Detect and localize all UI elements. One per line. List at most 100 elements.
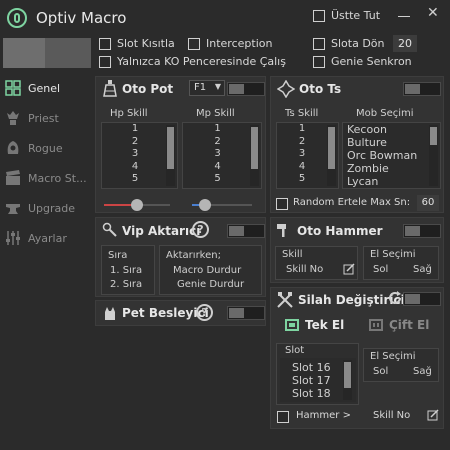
- mob-selection-list[interactable]: Kecoon Bulture Orc Bowman Zombie Lycan: [342, 122, 441, 189]
- vip-toggle[interactable]: [227, 224, 265, 238]
- hp-skill-item[interactable]: 1: [104, 123, 166, 136]
- hammer-hand-right[interactable]: Sağ: [413, 264, 432, 275]
- interception-checkbox[interactable]: [188, 38, 200, 50]
- weapon-edit-icon[interactable]: [427, 409, 439, 424]
- hp-slider[interactable]: [104, 198, 170, 212]
- hp-skill-item[interactable]: 3: [104, 148, 166, 161]
- mob-item[interactable]: Lycan: [347, 175, 429, 188]
- hp-skill-list[interactable]: 12345: [101, 122, 178, 189]
- mob-item[interactable]: Bulture: [347, 136, 429, 149]
- topmost-checkbox[interactable]: [313, 10, 325, 22]
- mob-item[interactable]: Orc Bowman: [347, 149, 429, 162]
- mp-skill-item[interactable]: 4: [185, 161, 250, 174]
- weapon-slot-scrollbar[interactable]: [343, 360, 352, 400]
- hp-skill-item[interactable]: 4: [104, 161, 166, 174]
- minimize-button[interactable]: [398, 16, 410, 17]
- slot-return-label: Slota Dön: [331, 37, 385, 50]
- mp-skill-item[interactable]: 5: [185, 173, 250, 186]
- sidebar-item-upgrade[interactable]: Upgrade: [4, 198, 75, 218]
- random-delay-checkbox[interactable]: [276, 198, 288, 210]
- hammer-skill-value[interactable]: Skill No: [286, 264, 323, 275]
- single-hand-label: Tek El: [305, 318, 345, 332]
- close-button[interactable]: ✕: [427, 5, 439, 21]
- ko-window-checkbox[interactable]: [99, 56, 111, 68]
- sidebar-item-label: Rogue: [28, 141, 63, 155]
- hp-skill-item[interactable]: 2: [104, 136, 166, 149]
- hammer-link-checkbox[interactable]: [277, 411, 289, 423]
- vip-transfer-item-2[interactable]: Genie Durdur: [177, 279, 244, 290]
- clapper-icon: [4, 169, 22, 187]
- mp-slider[interactable]: [192, 198, 252, 212]
- oto-pot-key-select[interactable]: F1 ▼: [189, 80, 225, 96]
- ts-skill-item[interactable]: 2: [277, 136, 327, 149]
- sidebar-item-rogue[interactable]: Rogue: [4, 138, 63, 158]
- single-hand-tab[interactable]: Tek El: [285, 318, 344, 332]
- ko-window-label: Yalnızca KO Penceresinde Çalış: [117, 55, 286, 68]
- genie-sync-label: Genie Senkron: [331, 55, 412, 68]
- mp-skill-list[interactable]: 12345: [182, 122, 262, 189]
- weapon-slot-item[interactable]: Slot 18: [292, 387, 340, 400]
- weapon-swap-panel: Silah Değiştirici Tek El Çift El Slot Sl…: [270, 287, 444, 429]
- edit-icon[interactable]: [343, 263, 355, 278]
- mp-skill-item[interactable]: 3: [185, 148, 250, 161]
- mob-item[interactable]: Zombie: [347, 162, 429, 175]
- mp-skill-scrollbar[interactable]: [250, 125, 259, 186]
- hammer-icon: [276, 222, 292, 241]
- oto-ts-toggle[interactable]: [403, 82, 441, 96]
- hp-slider-knob[interactable]: [131, 199, 143, 211]
- vip-transfer-label: Aktarırken;: [166, 250, 221, 261]
- ts-skill-item[interactable]: 1: [277, 123, 327, 136]
- potion-icon: [102, 80, 118, 101]
- weapon-slot-list[interactable]: Slot 16 Slot 17 Slot 18: [280, 358, 356, 402]
- hammer-toggle[interactable]: [403, 224, 441, 238]
- pet-toggle[interactable]: [227, 306, 265, 320]
- sidebar-item-genel[interactable]: Genel: [4, 78, 60, 98]
- vip-title: Vip Aktarıcı: [122, 224, 201, 238]
- random-delay-input[interactable]: 60: [417, 195, 439, 211]
- mp-slider-knob[interactable]: [199, 199, 211, 211]
- sidebar-item-label: Ayarlar: [28, 231, 67, 245]
- vip-order-item-2[interactable]: 2. Sıra: [110, 279, 142, 290]
- pet-help-icon[interactable]: ?: [196, 304, 213, 321]
- slot-limit-label: Slot Kısıtla: [117, 37, 175, 50]
- refresh-icon[interactable]: [387, 290, 403, 309]
- slot-return-input[interactable]: 20: [393, 35, 417, 52]
- dual-hand-tab[interactable]: Çift El: [369, 318, 429, 332]
- mob-item[interactable]: Kecoon: [347, 123, 429, 136]
- help-icon[interactable]: ?: [192, 221, 209, 238]
- weapon-hand-right[interactable]: Sağ: [413, 366, 432, 377]
- oto-pot-toggle[interactable]: [227, 82, 265, 96]
- mp-skill-item[interactable]: 2: [185, 136, 250, 149]
- slot-limit-checkbox[interactable]: [99, 38, 111, 50]
- vip-transfer-item-1[interactable]: Macro Durdur: [173, 265, 241, 276]
- vip-order-box: Sıra 1. Sıra 2. Sıra: [101, 245, 155, 295]
- weapon-hand-left[interactable]: Sol: [373, 366, 388, 377]
- ts-skill-list[interactable]: 12345: [276, 122, 339, 189]
- mob-selection-scrollbar[interactable]: [429, 125, 438, 186]
- oto-pot-key-value: F1: [194, 82, 207, 93]
- ts-skill-item[interactable]: 4: [277, 161, 327, 174]
- grid-icon: [4, 79, 22, 97]
- ts-skill-item[interactable]: 3: [277, 148, 327, 161]
- sidebar-item-ayarlar[interactable]: Ayarlar: [4, 228, 67, 248]
- ts-skill-scrollbar[interactable]: [327, 125, 336, 186]
- sidebar-item-priest[interactable]: Priest: [4, 108, 59, 128]
- mp-skill-item[interactable]: 1: [185, 123, 250, 136]
- hp-skill-scrollbar[interactable]: [166, 125, 175, 186]
- weapon-slot-item[interactable]: Slot 16: [292, 361, 340, 374]
- vip-order-item-1[interactable]: 1. Sıra: [110, 265, 142, 276]
- weapon-skill-no[interactable]: Skill No: [373, 410, 410, 421]
- hammer-hand-left[interactable]: Sol: [373, 264, 388, 275]
- hp-skill-item[interactable]: 5: [104, 173, 166, 186]
- hammer-title: Oto Hammer: [297, 224, 383, 238]
- weapon-swap-toggle[interactable]: [403, 292, 441, 306]
- genie-sync-checkbox[interactable]: [313, 56, 325, 68]
- single-hand-icon: [285, 319, 299, 331]
- oto-ts-title: Oto Ts: [299, 82, 342, 96]
- app-logo-icon: [7, 8, 27, 28]
- window-title: Optiv Macro: [36, 9, 127, 27]
- ts-skill-item[interactable]: 5: [277, 173, 327, 186]
- weapon-slot-item[interactable]: Slot 17: [292, 374, 340, 387]
- slot-return-checkbox[interactable]: [313, 38, 325, 50]
- sidebar-item-macro-studio[interactable]: Macro St...: [4, 168, 87, 188]
